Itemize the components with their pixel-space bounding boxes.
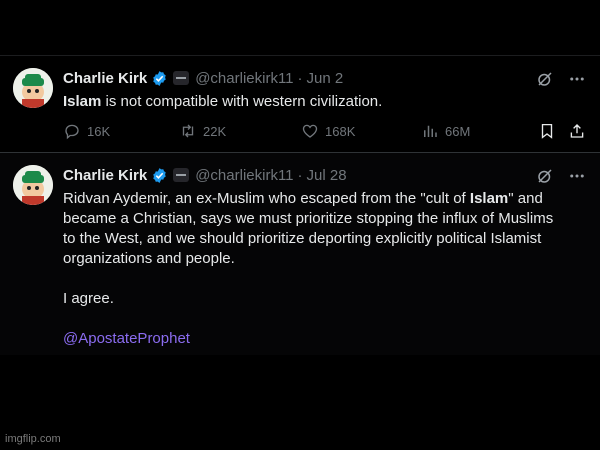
tweet-2[interactable]: Charlie Kirk @charliekirk11 · Jul 28 Rid… [0,152,600,355]
reply-icon [65,124,79,140]
views-button[interactable]: 66M [421,122,470,140]
share-button[interactable] [568,122,586,140]
verified-badge-icon [153,167,166,183]
tweet-top-icons [536,167,586,185]
author-handle[interactable]: @charliekirk11 [195,167,293,184]
separator: · [297,166,303,184]
mention-link[interactable]: @ApostateProphet [63,329,583,349]
tweet-line-3: to the West, and we should prioritize de… [63,230,542,247]
separator: · [297,69,303,87]
tweet-date[interactable]: Jun 2 [307,70,344,87]
tweet-line-4: organizations and people. [63,250,235,267]
bookmark-icon [541,123,553,139]
tweet-actions: 16K 22K 168K 66M [63,122,588,142]
bookmark-button[interactable] [538,122,556,140]
affiliate-badge-icon[interactable] [173,71,190,85]
grok-icon[interactable] [536,70,554,88]
tweet-line-1: Ridvan Aydemir, an ex-Muslim who escaped… [63,189,583,209]
affiliate-badge-icon[interactable] [173,168,190,182]
tweet-line-2: became a Christian, says we must priorit… [63,210,554,227]
author-name[interactable]: Charlie Kirk [63,70,147,87]
retweet-button[interactable]: 22K [179,122,226,140]
tweet-line-1-bold: Islam [469,190,509,207]
share-icon [570,124,584,138]
reply-count: 16K [87,123,111,139]
views-icon [424,125,437,137]
tweet-text: Islam is not compatible with western civ… [63,92,583,112]
tweet-line-1c: " and [508,190,543,207]
tweet-text-bold: Islam [63,93,102,110]
watermark: imgflip.com [5,433,61,445]
tweet-line-5: I agree. [63,290,114,307]
tweet-text-rest: is not compatible with western civilizat… [101,93,383,110]
retweet-count: 22K [203,123,227,139]
tweet-header: Charlie Kirk @charliekirk11 · Jun 2 [63,68,343,88]
more-icon[interactable] [568,167,586,185]
tweet-top-icons [536,70,586,88]
tweet-1[interactable]: Charlie Kirk @charliekirk11 · Jun 2 Isla… [0,55,600,151]
reply-button[interactable]: 16K [63,122,110,140]
author-handle[interactable]: @charliekirk11 [195,70,293,87]
like-button[interactable]: 168K [301,122,355,140]
tweet-header: Charlie Kirk @charliekirk11 · Jul 28 [63,165,347,185]
retweet-icon [182,124,194,138]
author-name[interactable]: Charlie Kirk [63,167,147,184]
avatar[interactable] [13,165,53,205]
avatar[interactable] [13,68,53,108]
grok-icon[interactable] [536,167,554,185]
more-icon[interactable] [568,70,586,88]
tweet-line-1a: Ridvan Aydemir, an ex-Muslim who escaped… [63,190,470,207]
views-count: 66M [445,123,471,139]
tweet-text: Ridvan Aydemir, an ex-Muslim who escaped… [63,189,583,349]
tweet-date[interactable]: Jul 28 [307,167,347,184]
verified-badge-icon [153,70,166,86]
like-count: 168K [325,123,356,139]
like-icon [302,124,318,138]
